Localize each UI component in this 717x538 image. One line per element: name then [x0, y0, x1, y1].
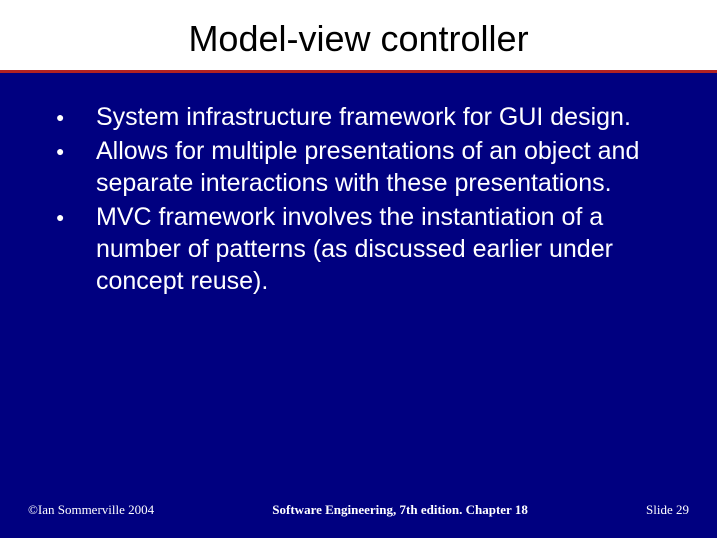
bullet-icon: ● — [50, 201, 96, 233]
footer-chapter: Software Engineering, 7th edition. Chapt… — [154, 502, 646, 518]
footer: ©Ian Sommerville 2004 Software Engineeri… — [0, 502, 717, 518]
title-area: Model-view controller — [0, 0, 717, 70]
bullet-item: ● Allows for multiple presentations of a… — [50, 135, 667, 199]
bullet-item: ● System infrastructure framework for GU… — [50, 101, 667, 133]
slide-title: Model-view controller — [188, 18, 528, 59]
bullet-icon: ● — [50, 101, 96, 133]
footer-slide-label: Slide — [646, 502, 673, 517]
bullet-item: ● MVC framework involves the instantiati… — [50, 201, 667, 297]
bullet-text: System infrastructure framework for GUI … — [96, 101, 631, 133]
footer-slide-num: 29 — [676, 502, 689, 517]
footer-slide-number: Slide 29 — [646, 502, 689, 518]
bullet-text: MVC framework involves the instantiation… — [96, 201, 667, 297]
footer-copyright: ©Ian Sommerville 2004 — [28, 502, 154, 518]
bullet-text: Allows for multiple presentations of an … — [96, 135, 667, 199]
bullet-icon: ● — [50, 135, 96, 167]
slide: Model-view controller ● System infrastru… — [0, 0, 717, 538]
body-area: ● System infrastructure framework for GU… — [0, 73, 717, 297]
